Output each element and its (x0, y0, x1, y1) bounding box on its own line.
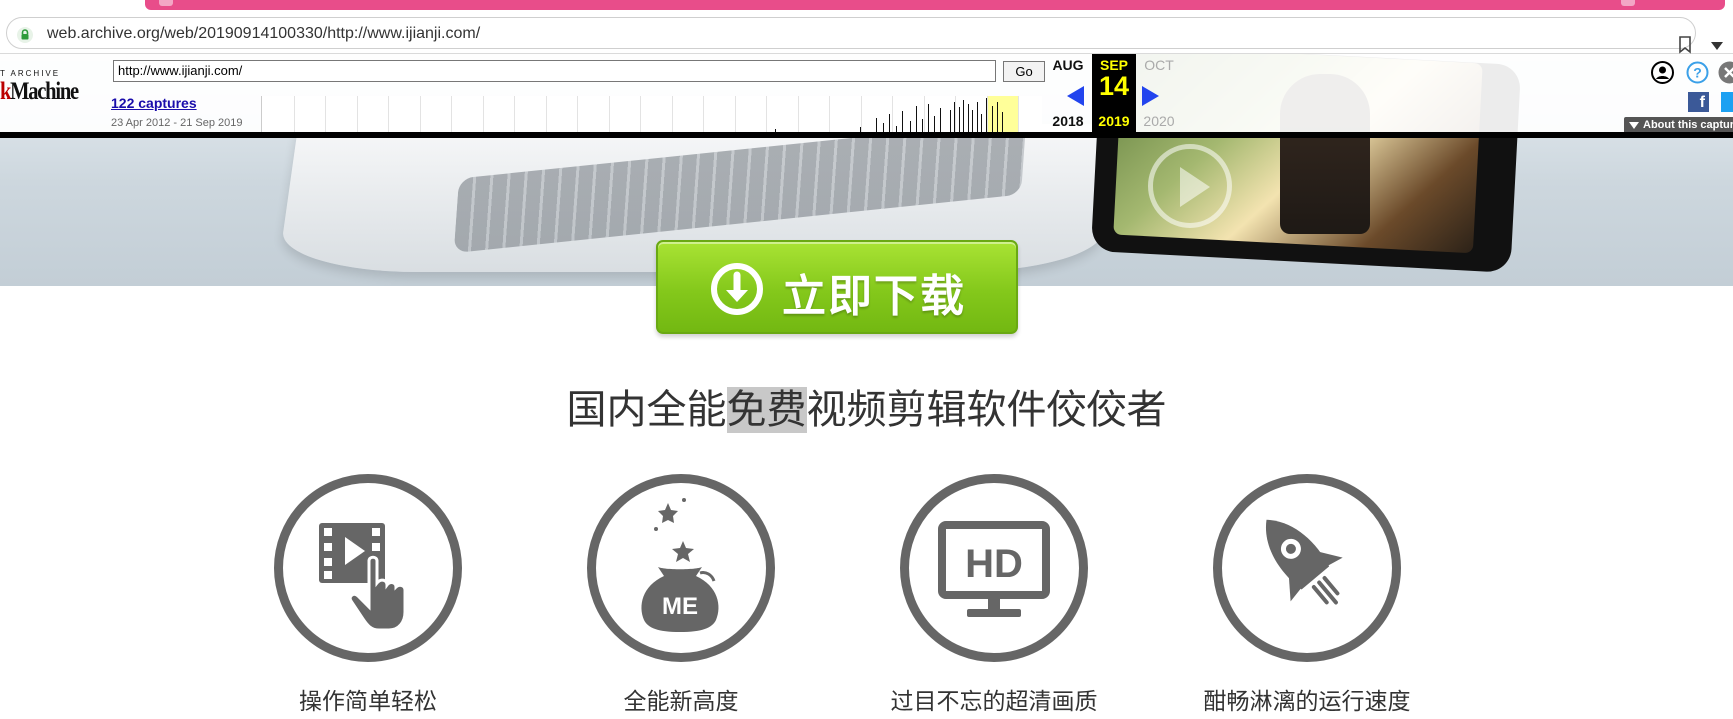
sparkline-bar (954, 102, 955, 132)
play-icon (1148, 144, 1232, 228)
sparkline-gridline (923, 96, 925, 132)
url-text: web.archive.org/web/20190914100330/http:… (47, 25, 481, 42)
feature-speed: 酣畅淋漓的运行速度 (1177, 474, 1437, 719)
lock-icon (17, 27, 33, 43)
sparkline-bar (968, 104, 969, 132)
sparkline-bar (928, 104, 929, 132)
user-icon[interactable] (1651, 61, 1674, 84)
sparkline-bar (981, 114, 982, 132)
sparkline-bar (910, 121, 911, 132)
sparkline-gridline (766, 96, 767, 132)
sparkline-bar (972, 110, 973, 132)
feature-label: 酣畅淋漓的运行速度 (1203, 689, 1411, 715)
feature-all-in-one: ME 全能新高度 (551, 474, 811, 719)
browser-address-bar: web.archive.org/web/20190914100330/http:… (0, 14, 1733, 54)
sparkline-gridline (419, 96, 421, 132)
sparkline-bar (992, 106, 993, 132)
tab-favicon (159, 0, 173, 6)
prev-capture-arrow-icon[interactable] (1067, 86, 1084, 106)
wayback-toolbar: T ARCHIVE kMachine http://www.ijianji.co… (0, 54, 1733, 134)
sparkline-gridline (797, 96, 799, 132)
sparkline-gridline (482, 96, 484, 132)
sparkline-gridline (671, 96, 673, 132)
page: web.archive.org/web/20190914100330/http:… (0, 0, 1733, 719)
money-bag-icon: ME (641, 498, 719, 632)
rocket-icon (1265, 519, 1343, 605)
capture-sparkline[interactable] (261, 96, 1042, 132)
feature-icon-circle (274, 474, 462, 662)
page-headline: 国内全能免费视频剪辑软件佼佼者 (566, 387, 1167, 433)
sparkline-gridline (388, 96, 389, 132)
svg-text:?: ? (1693, 65, 1702, 81)
current-month: SEP 14 2019 (1092, 54, 1136, 132)
sparkline-gridline (356, 96, 358, 132)
headline-highlight: 免费 (726, 387, 807, 433)
next-capture-arrow-icon[interactable] (1142, 86, 1159, 106)
sparkline-gridline (325, 96, 326, 132)
sparkline-bar (889, 114, 890, 132)
download-button-label: 立即下载 (782, 271, 966, 322)
url-field[interactable]: web.archive.org/web/20190914100330/http:… (6, 17, 1696, 49)
sparkline-bar (963, 100, 964, 132)
feature-icon-circle: ME (587, 474, 775, 662)
close-icon[interactable] (1718, 61, 1733, 84)
sparkline-bar (916, 106, 917, 132)
sparkline-gridline (1018, 96, 1019, 132)
wayback-url-input[interactable]: http://www.ijianji.com/ (113, 60, 996, 82)
sparkline-bar (883, 123, 884, 132)
hd-monitor-icon: HD (938, 521, 1050, 617)
feature-label: 过目不忘的超清画质 (890, 689, 1098, 715)
sparkline-gridline (955, 96, 956, 132)
chevron-down-icon[interactable] (1711, 42, 1723, 50)
wayback-logo-top: T ARCHIVE (0, 69, 61, 78)
sparkline-gridline (293, 96, 295, 132)
feature-icon-circle (1213, 474, 1401, 662)
video-touch-icon (319, 523, 407, 632)
sparkline-gridline (734, 96, 736, 132)
sparkline-bar (940, 108, 941, 132)
tab-close-icon[interactable] (1621, 0, 1635, 6)
sparkline-bar (934, 116, 935, 132)
browser-tab[interactable] (145, 0, 1725, 10)
sparkline-gridline (514, 96, 515, 132)
browser-tab-strip (0, 0, 1733, 14)
go-button[interactable]: Go (1003, 61, 1045, 82)
download-button[interactable]: 立即下载 (656, 240, 1018, 334)
svg-text:ME: ME (662, 593, 698, 620)
feature-hd-quality: HD 过目不忘的超清画质 (864, 474, 1124, 719)
bookmark-icon[interactable] (1678, 36, 1692, 54)
sparkline-bar (876, 118, 877, 132)
current-day: 14 (1098, 71, 1130, 101)
sparkline-gridline (545, 96, 547, 132)
toolbar-divider (0, 132, 1733, 138)
sparkline-bar (959, 107, 960, 132)
sparkline-bar (902, 111, 903, 132)
sparkline-gridline (640, 96, 641, 132)
facebook-icon[interactable]: f (1688, 92, 1709, 112)
twitter-icon[interactable] (1721, 92, 1733, 112)
sparkline-gridline (608, 96, 610, 132)
sparkline-bar (950, 110, 951, 132)
feature-label: 全能新高度 (623, 689, 739, 715)
feature-easy-operation: 操作简单轻松 (238, 474, 498, 719)
download-icon (711, 263, 763, 315)
feature-icon-circle: HD (900, 474, 1088, 662)
capture-date-range: 23 Apr 2012 - 21 Sep 2019 (111, 117, 243, 129)
captures-link[interactable]: 122 captures (111, 95, 197, 111)
sparkline-bar (977, 102, 978, 132)
sparkline-gridline (577, 96, 578, 132)
sparkline-gridline (892, 96, 893, 132)
wayback-logo[interactable]: kMachine (0, 78, 79, 106)
sparkline-bar (1002, 112, 1003, 132)
sparkline-bar (922, 119, 923, 132)
sparkline-gridline (703, 96, 704, 132)
feature-label: 操作简单轻松 (299, 689, 437, 715)
sparkline-bar (986, 98, 987, 132)
svg-text:HD: HD (965, 542, 1023, 586)
help-icon[interactable]: ? (1686, 61, 1709, 84)
sparkline-gridline (451, 96, 452, 132)
sparkline-gridline (829, 96, 830, 132)
sparkline-bar (997, 102, 998, 132)
